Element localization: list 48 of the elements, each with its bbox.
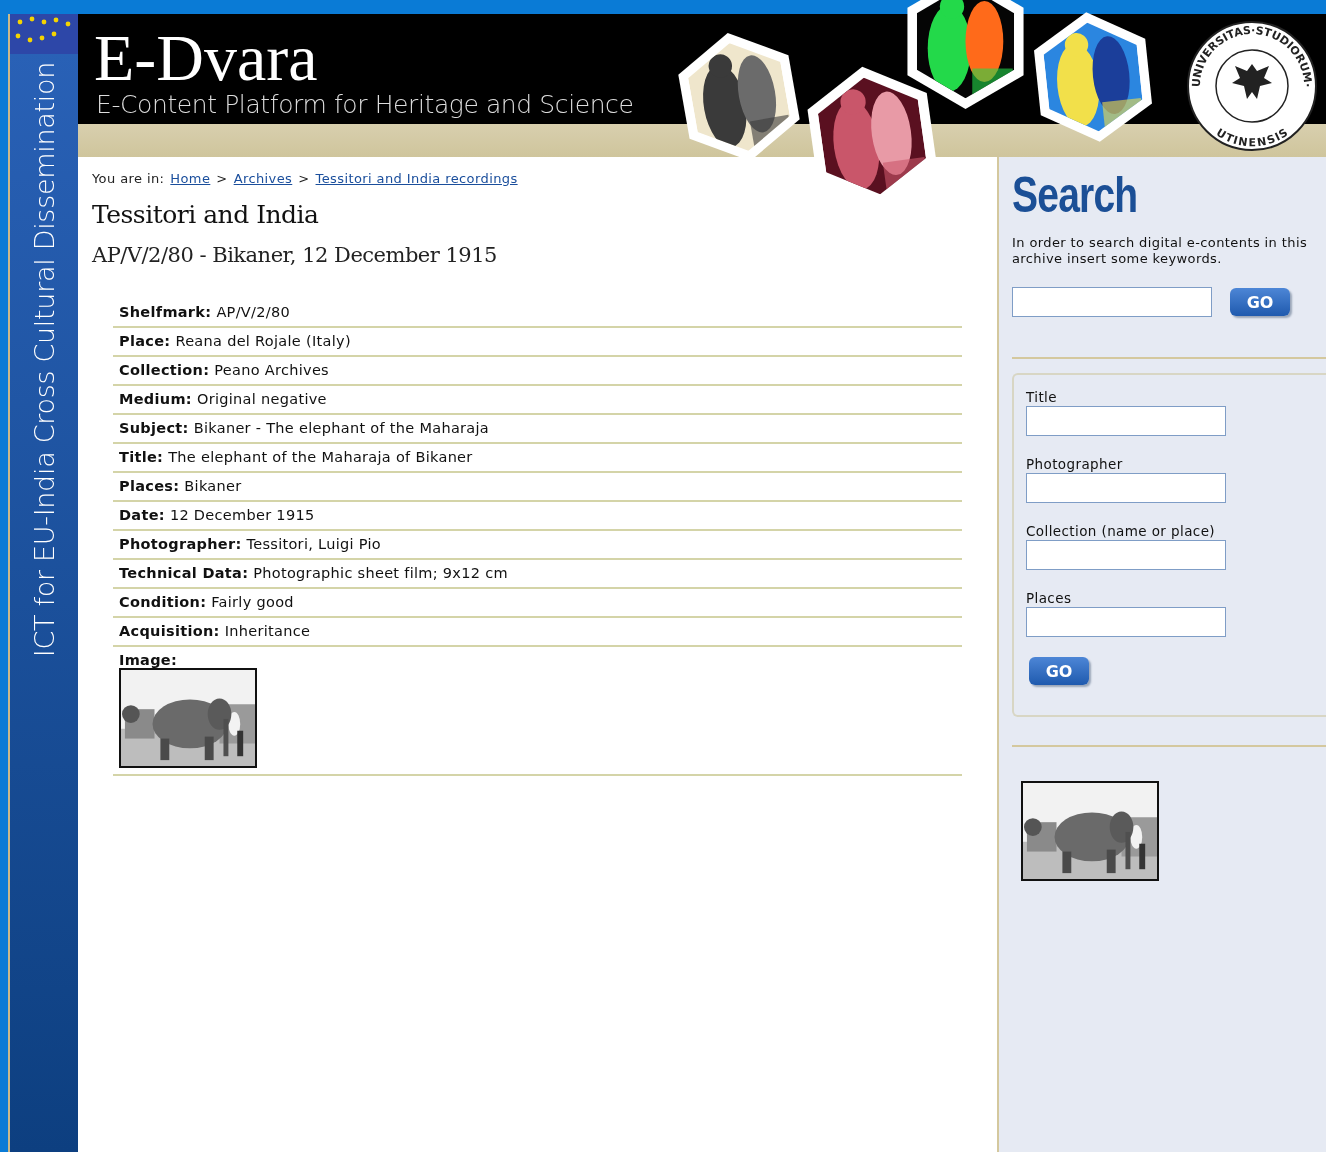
field-label: Subject: — [119, 420, 189, 436]
search-heading: Search — [1012, 169, 1139, 221]
field-value: Fairly good — [211, 594, 294, 610]
go-button[interactable]: GO — [1230, 288, 1290, 316]
field-label: Places: — [119, 478, 180, 494]
banner-text: ICT for EU-India Cross Cultural Dissemination — [28, 62, 60, 658]
breadcrumb-link[interactable]: Tessitori and India recordings — [315, 171, 518, 186]
input-field[interactable] — [1026, 473, 1226, 503]
search-intro: In order to search digital e-contents in this archive insert some keywords. — [1012, 235, 1309, 267]
flag-icon — [10, 14, 78, 54]
field-label: Place: — [119, 333, 171, 349]
field-label: Shelfmark: — [119, 304, 212, 320]
field-value: Inheritance — [224, 623, 311, 639]
field-value: The elephant of the Maharaja of Bikaner — [168, 449, 473, 465]
field-label: Photographer: — [119, 536, 242, 552]
field-value: Bikaner — [184, 478, 242, 494]
field-value: Photographic sheet film; 9x12 cm — [253, 565, 508, 581]
field-label: Acquisition: — [119, 623, 220, 639]
field-value: Bikaner - The elephant of the Maharaja — [193, 420, 490, 436]
field-label: Title: — [119, 449, 164, 465]
field-label: Medium: — [119, 391, 192, 407]
field-label: Collection (name or place) — [1026, 523, 1216, 539]
field-value: Peano Archives — [214, 362, 329, 378]
breadcrumb-separator: > — [298, 171, 310, 186]
field-label: Title — [1026, 389, 1058, 405]
input-field[interactable] — [1026, 406, 1226, 436]
breadcrumb-link[interactable]: Home — [170, 171, 211, 186]
input-field[interactable] — [1026, 540, 1226, 570]
field-value: Original negative — [196, 391, 327, 407]
field-label: Date: — [119, 507, 165, 523]
field-value: Tessitori, Luigi Pio — [246, 536, 381, 552]
field-label: Photographer — [1026, 456, 1124, 472]
field-label: Technical Data: — [119, 565, 249, 581]
breadcrumb-separator: > — [216, 171, 228, 186]
field-label: Collection: — [119, 362, 210, 378]
input-field[interactable] — [1026, 607, 1226, 637]
field-value: AP/V/2/80 — [216, 304, 290, 320]
field-value: 12 December 1915 — [169, 507, 315, 523]
breadcrumb-link[interactable]: Archives — [233, 171, 293, 186]
field-label: Image: — [119, 652, 178, 668]
field-label: Condition: — [119, 594, 207, 610]
field-label: Places — [1026, 590, 1073, 606]
go-button[interactable]: GO — [1029, 657, 1089, 685]
field-value: Reana del Rojale (Italy) — [175, 333, 351, 349]
page-title: Tessitori and India — [92, 200, 320, 229]
breadcrumb-label: You are in: — [92, 171, 165, 186]
search-field[interactable] — [1012, 287, 1212, 317]
page-subtitle: AP/V/2/80 - Bikaner, 12 December 1915 — [92, 243, 498, 267]
